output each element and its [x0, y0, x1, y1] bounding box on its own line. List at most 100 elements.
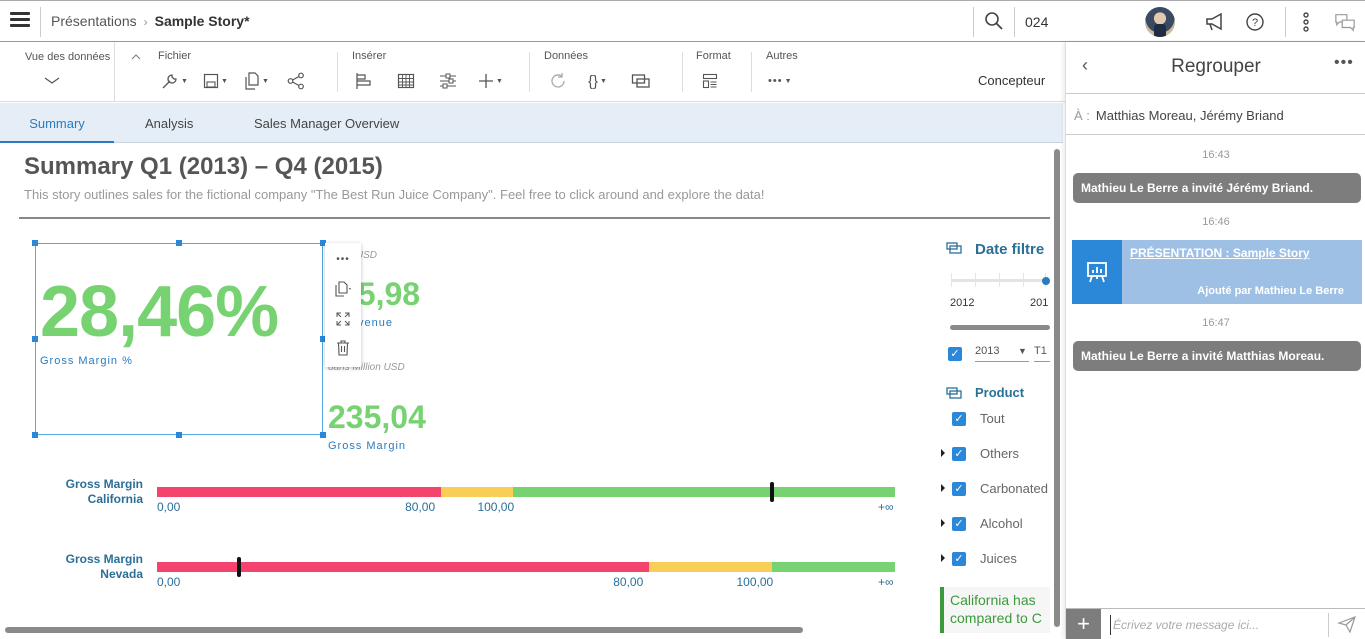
message-timestamp: 16:43: [1202, 149, 1230, 161]
format-button[interactable]: [702, 70, 718, 92]
linked-analysis-button[interactable]: [631, 70, 651, 92]
insert-table-button[interactable]: [397, 70, 415, 92]
resize-handle[interactable]: [176, 432, 182, 438]
more-options-button[interactable]: ••• ▼: [768, 70, 793, 92]
added-by: Ajouté par Mathieu Le Berre: [1197, 285, 1344, 297]
insert-chart-button[interactable]: [355, 70, 373, 92]
filter-group-icon: [946, 242, 962, 254]
search-icon[interactable]: [984, 11, 1004, 31]
megaphone-icon[interactable]: [1204, 11, 1226, 33]
more-options-icon[interactable]: •••: [1334, 54, 1354, 72]
resize-handle[interactable]: [32, 432, 38, 438]
story-tabs: Summary Analysis Sales Manager Overview: [0, 103, 1063, 143]
good-range: [772, 562, 895, 572]
panel-header: ‹ Regrouper •••: [1066, 42, 1365, 94]
save-button[interactable]: ▼: [203, 70, 228, 92]
expand-arrow-icon[interactable]: [941, 519, 945, 527]
expand-arrow-icon[interactable]: [941, 554, 945, 562]
date-filter-checkbox[interactable]: ✓: [948, 347, 962, 361]
insight-line2: compared to C: [950, 610, 1042, 626]
refresh-button[interactable]: [549, 70, 567, 92]
bullet-track[interactable]: [157, 482, 895, 502]
message-timestamp: 16:46: [1202, 216, 1230, 228]
fullscreen-icon[interactable]: [333, 309, 353, 329]
vertical-scrollbar[interactable]: [1054, 149, 1060, 627]
caret-icon: ▼: [262, 77, 269, 85]
designer-button[interactable]: Concepteur: [978, 73, 1045, 88]
resize-handle[interactable]: [32, 336, 38, 342]
linked-analysis-icon: [631, 74, 650, 88]
shared-story-card[interactable]: PRÉSENTATION : Sample Story Ajouté par M…: [1072, 240, 1362, 304]
actual-value-marker: [770, 482, 775, 502]
good-range: [513, 487, 895, 497]
recipients-row: À : Matthias Moreau, Jérémy Briand: [1066, 94, 1365, 135]
message-composer: +: [1066, 608, 1365, 639]
help-icon[interactable]: ?: [1244, 11, 1266, 33]
tick-start: 0,00: [157, 575, 181, 589]
year-select[interactable]: 2013 ▼: [975, 345, 1029, 362]
recipients[interactable]: Matthias Moreau, Jérémy Briand: [1096, 108, 1284, 123]
message-input[interactable]: [1110, 615, 1320, 635]
tick-80: 80,00: [405, 500, 436, 514]
chevron-down-icon[interactable]: [44, 77, 60, 85]
bullet-label: Gross Margin Nevada: [0, 552, 143, 582]
resize-handle[interactable]: [176, 240, 182, 246]
date-slider-handle[interactable]: [1042, 277, 1050, 285]
resize-handle[interactable]: [320, 432, 326, 438]
caret-icon: ▼: [496, 77, 503, 85]
tab-analysis[interactable]: Analysis: [145, 103, 193, 143]
breadcrumb-presentations[interactable]: Présentations: [51, 13, 137, 29]
horizontal-scrollbar[interactable]: [5, 627, 803, 633]
share-button[interactable]: [287, 70, 305, 92]
quarter-select[interactable]: T1: [1034, 345, 1050, 362]
tile-context-menu: •••: [325, 243, 361, 367]
attach-plus-button[interactable]: +: [1066, 609, 1101, 639]
bullet-label-line2: California: [87, 492, 143, 506]
date-range-scrollbar[interactable]: [950, 325, 1050, 330]
filter-item-label: Juices: [980, 551, 1017, 566]
checkbox[interactable]: ✓: [952, 447, 966, 461]
slider-tick: [975, 273, 976, 287]
filter-panel: Date filtre 2012 201 ✓ 2013 ▼ T1 Product …: [940, 233, 1050, 633]
tab-summary[interactable]: Summary: [0, 103, 114, 143]
expand-arrow-icon[interactable]: [941, 484, 945, 492]
filter-item-label: Tout: [980, 411, 1005, 426]
collapse-chevron-icon[interactable]: [131, 54, 141, 60]
checkbox[interactable]: ✓: [952, 412, 966, 426]
slider-tick: [999, 273, 1000, 287]
resize-handle[interactable]: [32, 240, 38, 246]
send-icon[interactable]: [1337, 614, 1357, 634]
divider: [337, 52, 338, 92]
insert-filter-button[interactable]: [439, 70, 457, 92]
connectors-icon[interactable]: [1295, 11, 1317, 33]
story-link[interactable]: PRÉSENTATION : Sample Story: [1130, 246, 1310, 260]
copy-button[interactable]: ▼: [244, 70, 269, 92]
tools-button[interactable]: ▼: [161, 70, 188, 92]
year-label: 201: [1030, 297, 1049, 309]
formula-button[interactable]: {} ▼: [588, 70, 607, 92]
wrench-icon: [162, 74, 177, 89]
trash-icon[interactable]: [333, 338, 353, 358]
panel-title: Regrouper: [1171, 56, 1261, 77]
checkbox[interactable]: ✓: [952, 517, 966, 531]
checkbox[interactable]: ✓: [952, 482, 966, 496]
id-field[interactable]: 024: [1025, 14, 1048, 30]
hamburger-menu-icon[interactable]: [10, 12, 30, 30]
data-group-label: Données: [544, 50, 589, 62]
tick-start: 0,00: [157, 500, 181, 514]
insert-more-button[interactable]: ▼: [478, 70, 503, 92]
copy-icon: [245, 72, 259, 90]
checkbox[interactable]: ✓: [952, 552, 966, 566]
tab-sales-manager-overview[interactable]: Sales Manager Overview: [254, 103, 399, 143]
file-group: Fichier ▼ ▼ ▼: [158, 42, 328, 102]
copy-icon[interactable]: [333, 279, 353, 299]
user-avatar[interactable]: [1145, 7, 1175, 37]
expand-arrow-icon[interactable]: [941, 449, 945, 457]
braces-icon: {}: [588, 72, 599, 90]
bullet-track[interactable]: [157, 557, 895, 577]
insert-group-label: Insérer: [352, 50, 387, 62]
divider: [114, 42, 115, 102]
more-actions-icon[interactable]: •••: [333, 249, 353, 269]
data-view-group: Vue des données: [0, 42, 114, 102]
chat-icon[interactable]: [1334, 11, 1356, 33]
